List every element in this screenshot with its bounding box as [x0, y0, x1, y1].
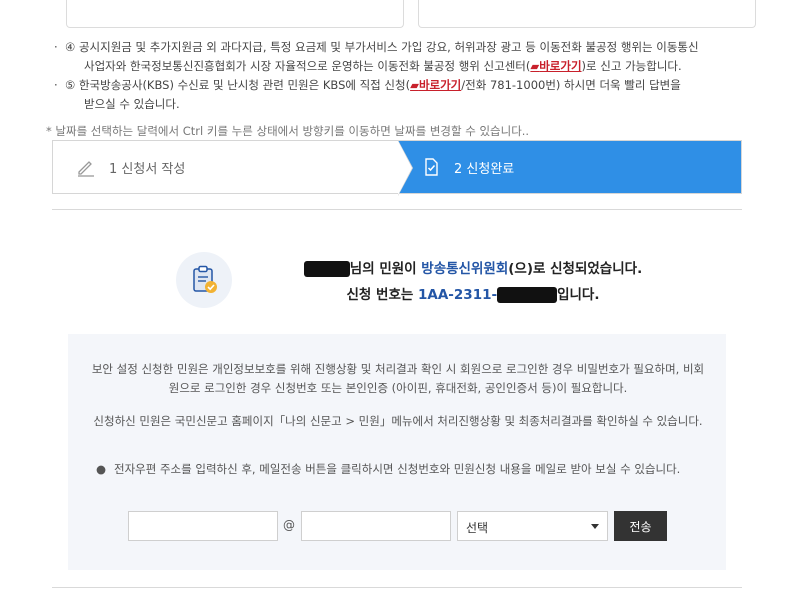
info-box: 보안 설정 신청한 민원은 개인정보보호를 위해 진행상황 및 처리결과 확인 …	[68, 334, 726, 570]
pencil-icon	[75, 156, 97, 178]
shortcut-link[interactable]: ▰바로가기	[530, 59, 581, 73]
notice-bullet: ·	[54, 40, 58, 54]
notice-text-cont: 사업자와 한국정보통신진흥협회가 시장 자율적으로 운영하는 이동전화 불공정 …	[84, 59, 682, 73]
notice-kbs: · ⑤ 한국방송공사(KBS) 수신료 및 난시청 관련 민원은 KBS에 직접…	[54, 76, 760, 114]
step-label: 2 신청완료	[454, 161, 515, 177]
info-email-text: ● 전자우편 주소를 입력하신 후, 메일전송 버튼을 클릭하시면 신청번호와 민…	[88, 460, 708, 479]
external-link-icon: ▰	[530, 59, 540, 73]
email-form: @ 선택 전송	[128, 511, 688, 541]
bullet-icon: ●	[96, 462, 107, 476]
email-local-input[interactable]	[128, 511, 278, 541]
result-message: 님의 민원이 방송통신위원회(으)로 신청되었습니다. 신청 번호는 1AA-2…	[238, 256, 708, 308]
info-security-text: 보안 설정 신청한 민원은 개인정보보호를 위해 진행상황 및 처리결과 확인 …	[91, 362, 705, 395]
step-complete: 2 신청완료	[398, 141, 741, 193]
clipboard-check-icon	[176, 252, 232, 308]
notice-mobile-unfair: · ④ 공시지원금 및 추가지원금 외 과다지급, 특정 요금제 및 부가서비스…	[54, 38, 760, 76]
kbs-shortcut-link[interactable]: ▰바로가기	[410, 78, 461, 92]
progress-steps: 1 신청서 작성 2 신청완료	[52, 140, 742, 196]
divider	[52, 587, 742, 588]
at-sign: @	[283, 518, 295, 532]
notice-text-cont: 받으실 수 있습니다.	[84, 97, 180, 111]
info-check-status-text: 신청하신 민원은 국민신문고 홈페이지「나의 신문고 > 민원」메뉴에서 처리진…	[93, 414, 703, 428]
step-write-form: 1 신청서 작성	[53, 140, 413, 196]
notice-text: ④ 공시지원금 및 추가지원금 외 과다지급, 특정 요금제 및 부가서비스 가…	[65, 40, 699, 54]
select-value: 선택	[466, 521, 489, 535]
top-input-box-left[interactable]	[66, 0, 404, 28]
send-email-button[interactable]: 전송	[614, 511, 667, 541]
document-check-icon	[420, 156, 442, 178]
calendar-hint: * 날짜를 선택하는 달력에서 Ctrl 키를 누른 상태에서 방향키를 이동하…	[46, 124, 530, 138]
external-link-icon: ▰	[410, 78, 419, 92]
email-domain-select[interactable]: 선택	[457, 511, 608, 541]
divider	[52, 209, 742, 210]
submission-result: 님의 민원이 방송통신위원회(으)로 신청되었습니다. 신청 번호는 1AA-2…	[176, 252, 696, 312]
result-line-1: 님의 민원이 방송통신위원회(으)로 신청되었습니다.	[238, 256, 708, 282]
redacted-name	[303, 261, 350, 277]
notice-text: ⑤ 한국방송공사(KBS) 수신료 및 난시청 관련 민원은 KBS에 직접 신…	[65, 78, 681, 92]
redacted-number	[497, 287, 558, 303]
email-domain-input[interactable]	[301, 511, 451, 541]
chevron-down-icon	[591, 524, 599, 529]
application-number: 1AA-2311-	[418, 287, 498, 303]
result-line-2: 신청 번호는 1AA-2311- 입니다.	[346, 287, 600, 303]
top-input-box-right[interactable]	[418, 0, 756, 28]
organization-name: 방송통신위원회	[421, 261, 509, 277]
notice-bullet: ·	[54, 78, 58, 92]
page: · ④ 공시지원금 및 추가지원금 외 과다지급, 특정 요금제 및 부가서비스…	[0, 0, 800, 604]
step-label: 1 신청서 작성	[109, 161, 186, 177]
